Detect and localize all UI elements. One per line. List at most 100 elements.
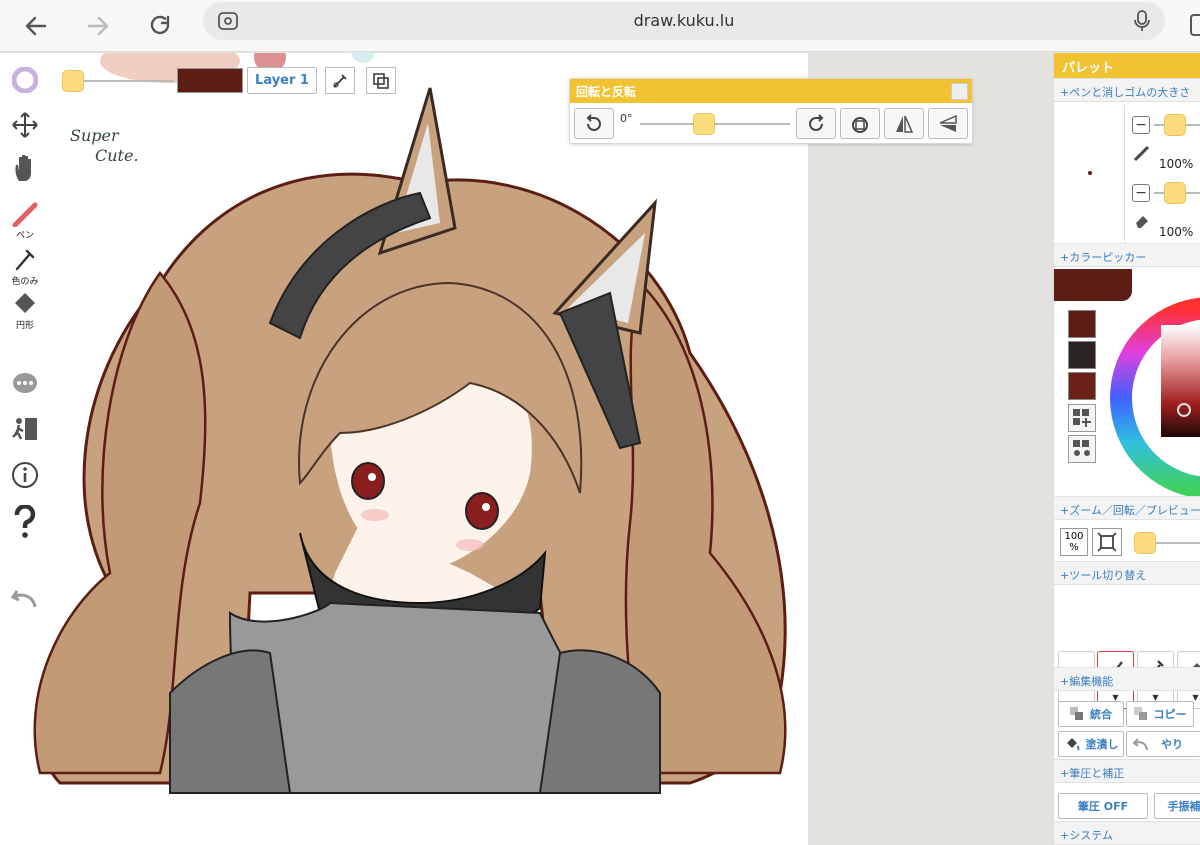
fit-screen-icon bbox=[1097, 532, 1117, 552]
pen-eraser-size-header[interactable]: +ペンと消しゴムの大きさ bbox=[1054, 78, 1200, 102]
swatch-share-icon bbox=[1073, 440, 1090, 456]
size-divider bbox=[1124, 105, 1125, 245]
back-button[interactable] bbox=[18, 8, 54, 44]
eraser-size-knob[interactable] bbox=[1164, 182, 1186, 204]
merge-button[interactable]: 統合 bbox=[1058, 701, 1124, 727]
rotate-reset-button[interactable] bbox=[574, 108, 614, 139]
info-button[interactable] bbox=[6, 461, 44, 489]
rotation-panel: 回転と反転 0° bbox=[569, 78, 973, 144]
eraser-size-decrease[interactable]: − bbox=[1132, 184, 1150, 202]
layer-transform-button[interactable] bbox=[366, 67, 396, 94]
transform-icon bbox=[373, 72, 389, 89]
system-header[interactable]: +システム bbox=[1054, 821, 1200, 845]
pen-icon bbox=[1133, 145, 1150, 162]
shape-icon bbox=[15, 293, 35, 313]
pen-tool-label: ペン bbox=[15, 231, 34, 241]
canvas-margin bbox=[808, 53, 1053, 845]
pen-size-knob[interactable] bbox=[1164, 114, 1186, 136]
color-swatch-1[interactable] bbox=[1068, 310, 1096, 338]
pen-size-decrease[interactable]: − bbox=[1132, 116, 1150, 134]
pen-icon bbox=[12, 202, 38, 227]
brush-size-slider[interactable] bbox=[84, 80, 174, 82]
zoom-100-button[interactable]: 100 % bbox=[1060, 528, 1088, 556]
url-text: draw.kuku.lu bbox=[633, 11, 735, 30]
hand-icon bbox=[15, 155, 31, 181]
zoom-slider-knob[interactable] bbox=[1134, 532, 1156, 554]
tool-settings-icon bbox=[333, 73, 347, 88]
rotate-view-button[interactable] bbox=[840, 108, 880, 139]
brush-size-knob[interactable] bbox=[62, 70, 84, 92]
rotation-slider-knob[interactable] bbox=[693, 113, 715, 135]
flip-horizontal-button[interactable] bbox=[884, 108, 924, 139]
undo-icon bbox=[11, 590, 37, 608]
chat-button[interactable] bbox=[6, 371, 44, 397]
move-icon bbox=[12, 112, 38, 138]
zoom-badge-bottom: % bbox=[1069, 542, 1079, 553]
help-button[interactable] bbox=[6, 505, 44, 539]
fit-screen-button[interactable] bbox=[1092, 528, 1122, 556]
merge-icon bbox=[1070, 707, 1083, 720]
rotation-angle: 0° bbox=[620, 112, 633, 125]
copy-button[interactable]: コピー bbox=[1126, 701, 1194, 727]
paint-bucket-icon bbox=[1066, 738, 1079, 751]
flip-horizontal-icon bbox=[896, 115, 914, 133]
pressure-toggle-button[interactable]: 筆圧 OFF bbox=[1058, 793, 1148, 819]
info-icon bbox=[12, 462, 38, 488]
rotation-slider[interactable] bbox=[640, 123, 790, 125]
question-icon bbox=[14, 505, 36, 538]
arrow-left-icon bbox=[25, 16, 47, 36]
palette-title: パレット bbox=[1054, 53, 1200, 78]
address-bar[interactable]: draw.kuku.lu bbox=[203, 2, 1165, 40]
share-swatch-button[interactable] bbox=[1068, 435, 1096, 463]
eyedropper-icon bbox=[15, 249, 35, 271]
move-tool[interactable] bbox=[6, 111, 44, 139]
copy-icon bbox=[1133, 707, 1147, 720]
left-toolbar: ペン 色のみ 円形 bbox=[0, 53, 48, 653]
copy-label: コピー bbox=[1153, 708, 1187, 721]
tool-switch-header[interactable]: +ツール切り替え bbox=[1054, 561, 1200, 585]
stabilizer-button[interactable]: 手振補 bbox=[1154, 793, 1200, 819]
forward-button[interactable] bbox=[80, 8, 116, 44]
handwriting-text-1: Super bbox=[70, 126, 120, 145]
tabs-icon[interactable] bbox=[1190, 14, 1200, 36]
microphone-icon[interactable] bbox=[1133, 10, 1151, 32]
rotation-panel-header: 回転と反転 bbox=[570, 79, 972, 103]
undo-button[interactable] bbox=[6, 587, 44, 611]
brush-preview-dot bbox=[1088, 171, 1092, 175]
drawing-canvas[interactable]: Super Cute. bbox=[0, 53, 808, 845]
browser-toolbar: draw.kuku.lu bbox=[0, 0, 1200, 52]
undo-redo-button[interactable]: やり bbox=[1126, 731, 1200, 757]
rotate-view-icon bbox=[852, 116, 868, 133]
undo-label: やり bbox=[1161, 738, 1183, 751]
layer-button[interactable]: Layer 1 bbox=[247, 67, 317, 94]
pressure-header[interactable]: +筆圧と補正 bbox=[1054, 759, 1200, 783]
current-color-swatch[interactable] bbox=[177, 68, 243, 93]
color-swatch-3[interactable] bbox=[1068, 372, 1096, 400]
rotate-cw-button[interactable] bbox=[796, 108, 836, 139]
rotation-panel-close[interactable] bbox=[951, 83, 968, 100]
eyedropper-tool[interactable]: 色のみ bbox=[6, 247, 44, 287]
rotation-panel-title: 回転と反転 bbox=[576, 85, 637, 99]
rotate-clockwise-icon bbox=[809, 113, 824, 131]
color-picker-header[interactable]: +カラーピッカー bbox=[1054, 243, 1200, 267]
zoom-header[interactable]: +ズーム／回転／プレビュー bbox=[1054, 496, 1200, 520]
layer-settings-button[interactable] bbox=[325, 67, 355, 94]
merge-label: 統合 bbox=[1090, 708, 1112, 721]
exit-button[interactable] bbox=[6, 415, 44, 443]
add-swatch-button[interactable] bbox=[1068, 404, 1096, 432]
chat-icon bbox=[13, 373, 37, 393]
fill-button[interactable]: 塗潰し bbox=[1058, 731, 1124, 757]
reload-button[interactable] bbox=[142, 8, 178, 44]
pen-tool[interactable]: ペン bbox=[6, 201, 44, 241]
color-swatch-2[interactable] bbox=[1068, 341, 1096, 369]
flip-vertical-button[interactable] bbox=[928, 108, 968, 139]
color-wheel-button[interactable] bbox=[6, 67, 44, 93]
undo-icon bbox=[1133, 738, 1148, 751]
flip-vertical-icon bbox=[939, 114, 957, 132]
color-wheel[interactable] bbox=[1106, 273, 1200, 523]
shape-tool[interactable]: 円形 bbox=[6, 291, 44, 331]
eraser-opacity-value: 100% bbox=[1159, 225, 1194, 239]
edit-header[interactable]: +編集機能 bbox=[1054, 667, 1200, 691]
color-wheel-icon bbox=[12, 67, 38, 93]
hand-tool[interactable] bbox=[6, 153, 44, 183]
